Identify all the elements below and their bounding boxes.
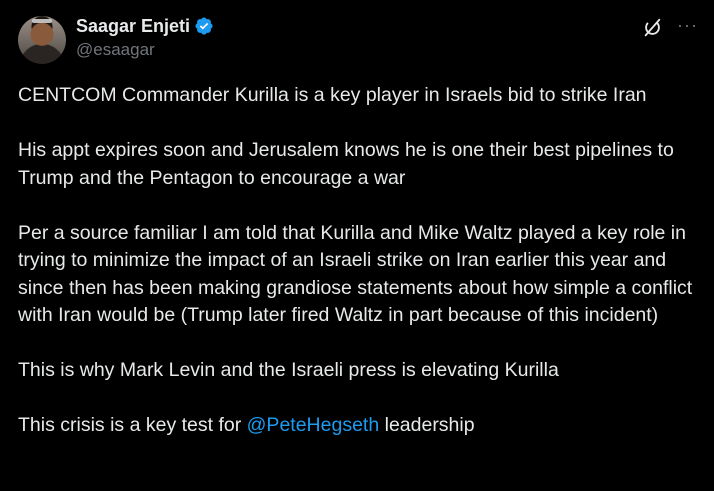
more-icon[interactable]: ··· <box>677 16 698 34</box>
tweet-text-segment: This crisis is a key test for <box>18 414 247 436</box>
mention-link[interactable]: @PeteHegseth <box>247 414 380 436</box>
tweet-paragraph: CENTCOM Commander Kurilla is a key playe… <box>18 84 647 106</box>
tweet-paragraph: His appt expires soon and Jerusalem know… <box>18 139 674 189</box>
tweet-card: Saagar Enjeti @esaagar ··· CENTCOM Comma… <box>0 0 714 491</box>
tweet-text-segment: leadership <box>379 414 475 436</box>
tweet-header: Saagar Enjeti @esaagar <box>76 14 214 62</box>
verified-badge-icon[interactable] <box>194 16 214 36</box>
grok-icon[interactable] <box>641 17 663 39</box>
avatar-badge <box>32 19 52 23</box>
author-handle[interactable]: @esaagar <box>76 40 214 60</box>
tweet-paragraph-last: This crisis is a key test for @PeteHegse… <box>18 412 708 440</box>
tweet-paragraph: Per a source familiar I am told that Kur… <box>18 221 693 327</box>
tweet-actions-top: ··· <box>641 16 698 39</box>
tweet-paragraph: This is why Mark Levin and the Israeli p… <box>18 359 559 381</box>
avatar[interactable] <box>18 16 66 64</box>
author-display-name[interactable]: Saagar Enjeti <box>76 16 190 37</box>
tweet-text: CENTCOM Commander Kurilla is a key playe… <box>18 82 708 467</box>
name-row: Saagar Enjeti <box>76 14 214 38</box>
